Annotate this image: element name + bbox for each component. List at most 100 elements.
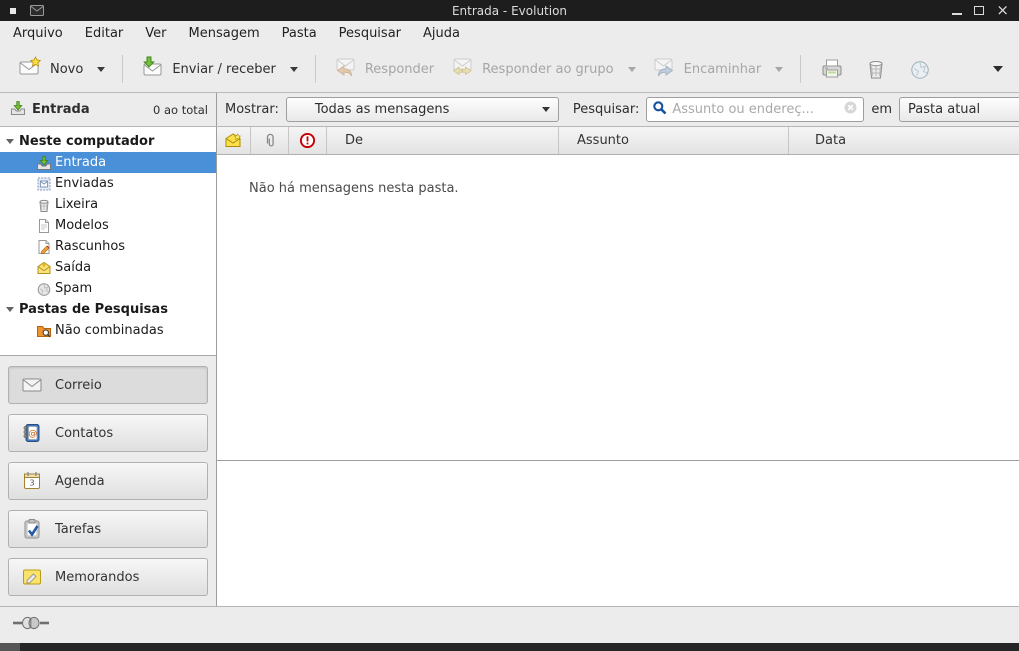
switcher-label: Tarefas [55, 522, 101, 537]
switcher-agenda[interactable]: 3 Agenda [8, 462, 208, 500]
switcher-correio[interactable]: Correio [8, 366, 208, 404]
clear-search-icon[interactable] [843, 100, 858, 119]
column-from[interactable]: De [327, 127, 559, 154]
paperclip-icon [263, 133, 277, 149]
reply-group-button[interactable]: Responder ao grupo [442, 49, 644, 89]
folder-entrada[interactable]: Entrada [0, 152, 216, 173]
toolbar: Novo Enviar / receber Responder Responde… [0, 46, 1019, 93]
minimize-button[interactable] [952, 13, 962, 15]
toolbar-overflow-arrow-icon[interactable] [993, 66, 1003, 72]
expander-icon[interactable] [6, 307, 14, 312]
statusbar [0, 606, 1019, 643]
folder-enviadas[interactable]: Enviadas [0, 173, 216, 194]
folder-spam[interactable]: Spam [0, 278, 216, 299]
expander-icon[interactable] [6, 139, 14, 144]
close-button[interactable]: × [996, 4, 1009, 17]
search-folder-icon [36, 323, 52, 339]
message-pane: De Assunto Data Não há mensagens nesta p… [217, 127, 1019, 606]
folder-nao-combinadas[interactable]: Não combinadas [0, 320, 216, 341]
reply-group-button-label: Responder ao grupo [482, 62, 614, 77]
switcher-label: Memorandos [55, 570, 139, 585]
menu-pesquisar[interactable]: Pesquisar [328, 23, 412, 44]
svg-text:3: 3 [29, 479, 34, 488]
app-mail-icon [30, 5, 44, 16]
folder-rascunhos[interactable]: Rascunhos [0, 236, 216, 257]
folder-label: Rascunhos [55, 239, 125, 254]
switcher-contatos[interactable]: @ Contatos [8, 414, 208, 452]
reply-button-label: Responder [365, 62, 434, 77]
outbox-icon [36, 260, 52, 276]
maximize-button[interactable] [974, 6, 984, 15]
folder-tree: Neste computador Entrada Enviadas Lixeir… [0, 127, 216, 356]
new-button[interactable]: Novo [10, 49, 113, 89]
sent-icon [36, 176, 52, 192]
window-menu-icon[interactable] [10, 8, 16, 14]
reply-group-icon [450, 55, 474, 83]
search-scope-combo[interactable]: Pasta atual [899, 97, 1019, 122]
search-box [646, 97, 864, 122]
switcher-label: Agenda [55, 474, 105, 489]
switcher-tarefas[interactable]: Tarefas [8, 510, 208, 548]
reply-icon [333, 55, 357, 83]
search-scope-value: Pasta atual [908, 102, 980, 117]
preview-pane[interactable] [217, 461, 1019, 606]
show-label: Mostrar: [225, 102, 279, 117]
send-receive-dropdown-arrow-icon[interactable] [290, 67, 298, 72]
inbox-icon [10, 100, 26, 120]
forward-dropdown-arrow-icon[interactable] [775, 67, 783, 72]
tree-group-label: Neste computador [19, 134, 154, 149]
sidebar: Neste computador Entrada Enviadas Lixeir… [0, 127, 217, 606]
mail-icon [21, 374, 43, 396]
view-switcher: Correio @ Contatos 3 Agenda Tarefas Memo… [0, 356, 216, 606]
forward-button[interactable]: Encaminhar [644, 49, 792, 89]
titlebar: Entrada - Evolution × [0, 0, 1019, 21]
new-mail-icon [18, 55, 42, 83]
toolbar-separator [315, 55, 316, 83]
folder-modelos[interactable]: Modelos [0, 215, 216, 236]
column-status[interactable] [217, 127, 251, 154]
switcher-memorandos[interactable]: Memorandos [8, 558, 208, 596]
menu-pasta[interactable]: Pasta [271, 23, 328, 44]
document-icon [36, 218, 52, 234]
switcher-label: Correio [55, 378, 102, 393]
new-dropdown-arrow-icon[interactable] [97, 67, 105, 72]
menu-ver[interactable]: Ver [134, 23, 177, 44]
column-date[interactable]: Data [789, 127, 1019, 154]
forward-button-label: Encaminhar [684, 62, 762, 77]
reply-group-dropdown-arrow-icon[interactable] [628, 67, 636, 72]
delete-button[interactable] [854, 50, 898, 88]
folder-label: Enviadas [55, 176, 114, 191]
switcher-label: Contatos [55, 426, 113, 441]
tree-group-label: Pastas de Pesquisas [19, 302, 168, 317]
junk-icon [907, 56, 933, 82]
message-list[interactable]: Não há mensagens nesta pasta. [217, 155, 1019, 461]
menu-ajuda[interactable]: Ajuda [412, 23, 471, 44]
menu-editar[interactable]: Editar [74, 23, 135, 44]
column-priority[interactable] [289, 127, 327, 154]
folder-saida[interactable]: Saída [0, 257, 216, 278]
menu-arquivo[interactable]: Arquivo [2, 23, 74, 44]
column-subject[interactable]: Assunto [559, 127, 789, 154]
tree-group-this-computer[interactable]: Neste computador [0, 131, 216, 152]
evolution-window: Entrada - Evolution × Arquivo Editar Ver… [0, 0, 1019, 651]
folder-label: Entrada [55, 155, 106, 170]
menu-mensagem[interactable]: Mensagem [178, 23, 271, 44]
reply-button[interactable]: Responder [325, 49, 442, 89]
window-title: Entrada - Evolution [0, 4, 1019, 18]
send-receive-button[interactable]: Enviar / receber [132, 49, 306, 89]
folder-label: Modelos [55, 218, 109, 233]
trash-icon [36, 197, 52, 213]
print-button[interactable] [810, 50, 854, 88]
folder-label: Lixeira [55, 197, 98, 212]
search-input[interactable] [672, 102, 839, 117]
printer-icon [819, 56, 845, 82]
column-attachment[interactable] [251, 127, 289, 154]
folder-lixeira[interactable]: Lixeira [0, 194, 216, 215]
folder-header: Entrada 0 ao total [0, 93, 217, 126]
junk-button[interactable] [898, 50, 942, 88]
online-status-button[interactable] [12, 615, 50, 635]
spam-icon [36, 281, 52, 297]
tree-group-search-folders[interactable]: Pastas de Pesquisas [0, 299, 216, 320]
send-receive-icon [140, 55, 164, 83]
show-filter-combo[interactable]: Todas as mensagens [286, 97, 559, 122]
